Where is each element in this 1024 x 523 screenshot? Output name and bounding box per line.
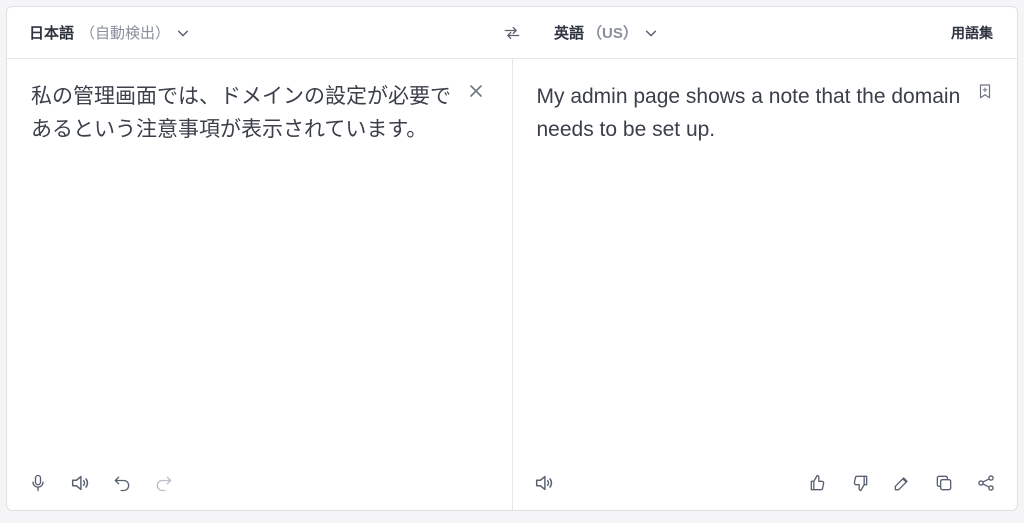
target-text-output[interactable]: My admin page shows a note that the doma… <box>513 59 1018 460</box>
source-language-detect: （自動検出） <box>80 22 170 43</box>
source-toolbar <box>7 460 512 510</box>
share-button[interactable] <box>973 470 999 496</box>
play-audio-button[interactable] <box>531 470 557 496</box>
save-translation-button[interactable] <box>973 79 997 103</box>
target-language-variant: （US） <box>587 22 638 43</box>
speaker-icon <box>533 472 555 494</box>
chevron-down-icon <box>644 26 658 40</box>
target-pane: My admin page shows a note that the doma… <box>513 59 1018 510</box>
microphone-button[interactable] <box>25 470 51 496</box>
glossary-button[interactable]: 用語集 <box>941 17 1003 49</box>
undo-button[interactable] <box>109 470 135 496</box>
copy-button[interactable] <box>931 470 957 496</box>
close-icon <box>468 83 484 99</box>
thumbs-down-button[interactable] <box>847 470 873 496</box>
header-center <box>492 17 532 49</box>
play-audio-button[interactable] <box>67 470 93 496</box>
source-pane: 私の管理画面では、ドメインの設定が必要であるという注意事項が表示されています。 <box>7 59 513 510</box>
copy-icon <box>934 473 954 493</box>
source-language-selector[interactable]: 日本語 （自動検出） <box>21 16 198 49</box>
header-left: 日本語 （自動検出） <box>7 16 492 49</box>
swap-icon <box>502 23 522 43</box>
bookmark-icon <box>976 82 994 100</box>
target-language-selector[interactable]: 英語 （US） <box>546 16 666 49</box>
edit-button[interactable] <box>889 470 915 496</box>
redo-button[interactable] <box>151 470 177 496</box>
target-toolbar <box>513 460 1018 510</box>
share-icon <box>976 473 996 493</box>
header: 日本語 （自動検出） 英語 （US） <box>7 7 1017 59</box>
thumbs-up-button[interactable] <box>805 470 831 496</box>
source-text-input[interactable]: 私の管理画面では、ドメインの設定が必要であるという注意事項が表示されています。 <box>7 59 512 460</box>
source-language-name: 日本語 <box>29 22 74 43</box>
clear-source-button[interactable] <box>464 79 488 103</box>
chevron-down-icon <box>176 26 190 40</box>
translator-container: 日本語 （自動検出） 英語 （US） <box>6 6 1018 511</box>
body: 私の管理画面では、ドメインの設定が必要であるという注意事項が表示されています。 <box>7 59 1017 510</box>
undo-icon <box>112 473 132 493</box>
redo-icon <box>154 473 174 493</box>
thumbs-up-icon <box>808 473 828 493</box>
microphone-icon <box>28 473 48 493</box>
header-right: 英語 （US） 用語集 <box>532 16 1017 49</box>
speaker-icon <box>69 472 91 494</box>
target-language-name: 英語 <box>554 22 584 43</box>
swap-languages-button[interactable] <box>496 17 528 49</box>
edit-icon <box>892 473 912 493</box>
thumbs-down-icon <box>850 473 870 493</box>
